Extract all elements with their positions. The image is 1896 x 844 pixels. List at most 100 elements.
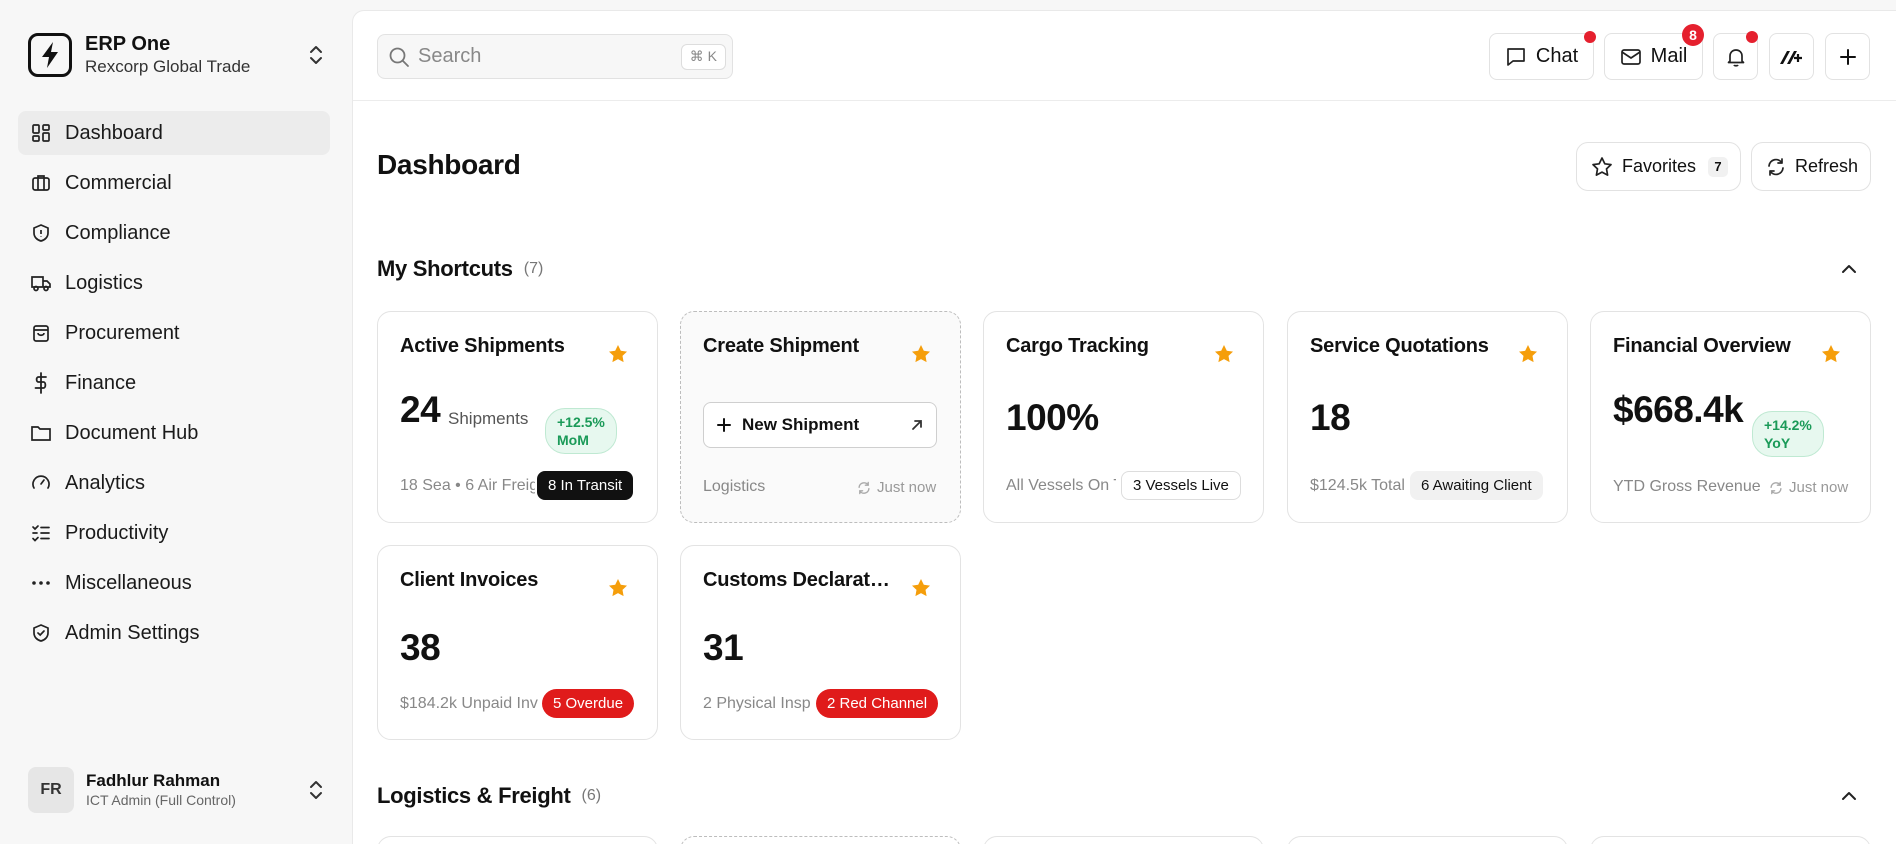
- add-button[interactable]: [1825, 33, 1870, 80]
- sidebar-item-document-hub[interactable]: Document Hub: [18, 411, 330, 455]
- page-title: Dashboard: [377, 149, 521, 180]
- star-filled-icon[interactable]: [1517, 343, 1539, 365]
- change-value: +14.2%: [1764, 417, 1812, 433]
- card-cargo-tracking[interactable]: Cargo Tracking 100% All Vessels On Track…: [983, 311, 1264, 523]
- refresh-icon: [1766, 157, 1786, 177]
- dollar-icon: [30, 372, 52, 394]
- status-badge: 3 Vessels Live: [1121, 471, 1241, 500]
- card-partial[interactable]: [1287, 836, 1568, 844]
- change-badge: +14.2% YoY: [1752, 411, 1824, 457]
- section-title: My Shortcuts: [377, 256, 513, 281]
- sidebar-item-dashboard[interactable]: Dashboard: [18, 111, 330, 155]
- star-filled-icon[interactable]: [1820, 343, 1842, 365]
- card-metric: 31: [703, 627, 744, 668]
- brand-mark-button[interactable]: [1769, 33, 1814, 80]
- card-client-invoices[interactable]: Client Invoices 38 $184.2k Unpaid Invoic…: [377, 545, 658, 740]
- sidebar-item-compliance[interactable]: Compliance: [18, 211, 330, 255]
- favorites-label: Favorites: [1622, 156, 1697, 176]
- card-metric: 24: [400, 389, 441, 430]
- avatar: FR: [28, 767, 74, 813]
- chevron-up-icon[interactable]: [1835, 782, 1863, 810]
- plus-icon: [1838, 47, 1858, 67]
- last-updated-text: Just now: [1789, 479, 1849, 496]
- sidebar-item-finance[interactable]: Finance: [18, 361, 330, 405]
- user-name: Fadhlur Rahman: [86, 771, 221, 790]
- sidebar-item-logistics[interactable]: Logistics: [18, 261, 330, 305]
- card-title: Customs Declarations: [703, 569, 893, 591]
- section-title: Logistics & Freight: [377, 783, 571, 808]
- card-partial[interactable]: [377, 836, 658, 844]
- section-count: (7): [523, 260, 544, 277]
- chevron-up-icon[interactable]: [1835, 255, 1863, 283]
- chat-notification-dot: [1584, 31, 1596, 43]
- card-create-shipment[interactable]: Create Shipment New Shipment Logistics J…: [680, 311, 961, 523]
- card-title: Cargo Tracking: [1006, 335, 1149, 357]
- search-input[interactable]: Search ⌘ K: [377, 34, 733, 79]
- truck-icon: [30, 272, 52, 294]
- card-metric: 100%: [1006, 397, 1099, 438]
- mail-button[interactable]: Mail 8: [1604, 24, 1704, 80]
- star-filled-icon[interactable]: [607, 343, 629, 365]
- change-value: +12.5%: [557, 414, 605, 430]
- sidebar-item-procurement[interactable]: Procurement: [18, 311, 330, 355]
- last-updated: Just now: [857, 479, 936, 496]
- card-partial[interactable]: [983, 836, 1264, 844]
- mail-count-badge: 8: [1682, 24, 1704, 46]
- card-footer-text: All Vessels On Track: [1006, 477, 1116, 494]
- star-filled-icon[interactable]: [1213, 343, 1235, 365]
- notifications-button[interactable]: [1713, 31, 1758, 80]
- lightning-logo-icon: [28, 33, 72, 77]
- card-footer-text: 18 Sea • 6 Air Freight: [400, 477, 535, 494]
- refresh-button[interactable]: Refresh: [1751, 142, 1871, 191]
- sidebar-item-label: Document Hub: [65, 421, 199, 444]
- status-badge: 2 Red Channel: [816, 689, 939, 718]
- brand-name: ERP One: [85, 33, 171, 55]
- card-metric: 18: [1310, 397, 1351, 438]
- status-badge: 5 Overdue: [542, 689, 635, 718]
- workspace-switcher[interactable]: ERP One Rexcorp Global Trade: [28, 30, 328, 80]
- card-active-shipments[interactable]: Active Shipments 24 Shipments +12.5% MoM…: [377, 311, 658, 523]
- chevrons-up-down-icon[interactable]: [304, 778, 328, 802]
- chat-button[interactable]: Chat: [1489, 31, 1596, 80]
- last-updated: Just now: [1769, 479, 1848, 496]
- message-square-icon: [1505, 46, 1527, 68]
- section-header-shortcuts: My Shortcuts (7): [377, 254, 543, 284]
- organization-name: Rexcorp Global Trade: [85, 57, 251, 76]
- top-bar: Search ⌘ K Chat Mail 8: [353, 11, 1896, 101]
- sidebar-item-label: Miscellaneous: [65, 571, 192, 594]
- sidebar-item-commercial[interactable]: Commercial: [18, 161, 330, 205]
- chevrons-up-down-icon[interactable]: [304, 43, 328, 67]
- sidebar-item-admin-settings[interactable]: Admin Settings: [18, 611, 330, 655]
- folder-icon: [30, 422, 52, 444]
- star-filled-icon[interactable]: [607, 577, 629, 599]
- sidebar-item-productivity[interactable]: Productivity: [18, 511, 330, 555]
- new-shipment-label: New Shipment: [742, 415, 860, 434]
- star-filled-icon[interactable]: [910, 577, 932, 599]
- favorites-button[interactable]: Favorites 7: [1576, 142, 1741, 191]
- card-customs-declarations[interactable]: Customs Declarations 31 2 Physical Inspe…: [680, 545, 961, 740]
- card-service-quotations[interactable]: Service Quotations 18 $124.5k Total Valu…: [1287, 311, 1568, 523]
- search-placeholder: Search: [418, 45, 482, 67]
- card-financial-overview[interactable]: Financial Overview $668.4k +14.2% YoY YT…: [1590, 311, 1871, 523]
- shield-icon: [30, 222, 52, 244]
- ellipsis-icon: [30, 572, 52, 594]
- change-period: YoY: [1764, 435, 1791, 451]
- list-check-icon: [30, 522, 52, 544]
- star-outline-icon: [1591, 156, 1613, 178]
- refresh-icon: [1769, 481, 1783, 495]
- shopping-bag-icon: [30, 322, 52, 344]
- card-metric-unit: Shipments: [448, 409, 529, 428]
- card-partial[interactable]: [680, 836, 961, 844]
- sidebar-item-miscellaneous[interactable]: Miscellaneous: [18, 561, 330, 605]
- notification-dot: [1746, 31, 1758, 43]
- new-shipment-button[interactable]: New Shipment: [703, 402, 937, 448]
- star-filled-icon[interactable]: [910, 343, 932, 365]
- last-updated-text: Just now: [877, 479, 937, 496]
- sidebar-item-analytics[interactable]: Analytics: [18, 461, 330, 505]
- sidebar-item-label: Logistics: [65, 271, 143, 294]
- section-header-logistics: Logistics & Freight (6): [377, 781, 601, 811]
- card-partial[interactable]: [1590, 836, 1871, 844]
- keyboard-shortcut-hint: ⌘ K: [680, 43, 726, 70]
- status-badge: 6 Awaiting Client: [1410, 471, 1543, 500]
- user-menu[interactable]: FR Fadhlur Rahman ICT Admin (Full Contro…: [28, 766, 328, 814]
